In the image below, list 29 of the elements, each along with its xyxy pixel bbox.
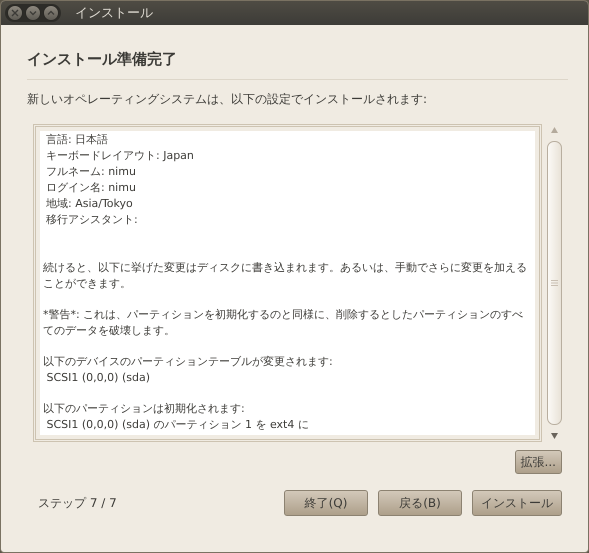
install-button[interactable]: インストール — [472, 490, 562, 516]
summary-line: SCSI1 (0,0,0) (sda) — [46, 370, 151, 386]
quit-button[interactable]: 終了(Q) — [284, 490, 368, 516]
back-button[interactable]: 戻る(B) — [378, 490, 462, 516]
scrollbar-thumb[interactable] — [546, 141, 562, 425]
summary-line: SCSI1 (0,0,0) (sda) のパーティション 1 を ext4 に — [46, 417, 310, 433]
chevron-down-icon — [29, 9, 37, 17]
maximize-button[interactable] — [43, 5, 59, 21]
grip-icon — [550, 280, 558, 286]
summary-line: 以下のデバイスのパーティションテーブルが変更されます: — [43, 354, 334, 370]
scroll-down-icon[interactable] — [550, 433, 558, 439]
close-button[interactable] — [7, 5, 23, 21]
description-text: 新しいオペレーティングシステムは、以下の設定でインストールされます: — [27, 91, 428, 108]
window-title: インストール — [75, 5, 153, 22]
page-heading: インストール準備完了 — [27, 50, 178, 69]
step-indicator: ステップ 7 / 7 — [38, 494, 117, 512]
summary-line: 移行アシスタント: — [45, 212, 139, 228]
summary-line: 以下のパーティションは初期化されます: — [43, 401, 246, 417]
minimize-button[interactable] — [25, 5, 41, 21]
summary-line: 言語: 日本語 — [45, 132, 110, 148]
summary-line: ログイン名: nimu — [45, 180, 137, 196]
summary-line: フルネーム: nimu — [45, 164, 137, 180]
chevron-up-icon — [47, 9, 55, 17]
close-icon — [11, 9, 19, 17]
summary-line: *警告*: これは、パーティションを初期化するのと同様に、削除するとしたパーティションのすべてのデータを破壊します。 — [43, 307, 524, 339]
summary-line: 続けると、以下に挙げた変更はディスクに書き込まれます。あるいは、手動でさらに変更を加えることができます。 — [43, 260, 528, 292]
advanced-button[interactable]: 拡張... — [514, 450, 562, 474]
summary-line: キーボードレイアウト: Japan — [45, 148, 195, 164]
summary-line: 地域: Asia/Tokyo — [45, 196, 134, 212]
